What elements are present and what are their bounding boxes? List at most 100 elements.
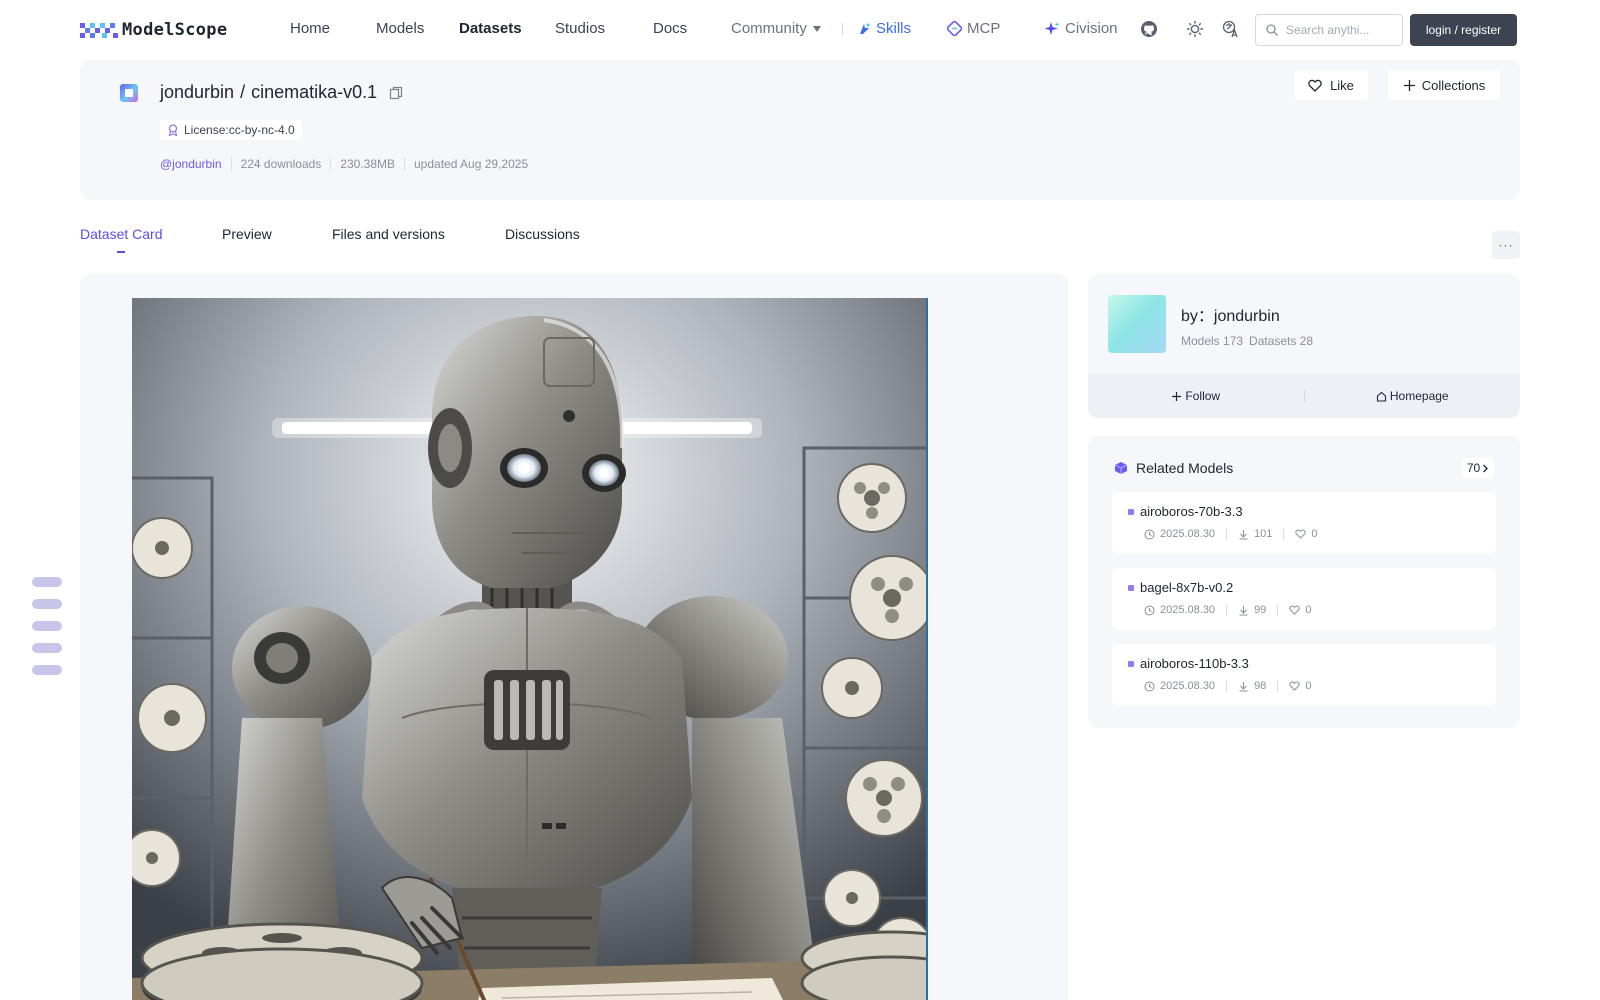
page-outline-toggle[interactable] — [32, 577, 62, 687]
outline-bar — [32, 599, 62, 609]
related-model-item[interactable]: airoboros-70b-3.3 2025.08.30 101 0 — [1112, 492, 1496, 554]
heart-icon — [1295, 529, 1307, 539]
search-input[interactable] — [1286, 23, 1396, 37]
login-register-button[interactable]: login / register — [1410, 14, 1517, 46]
outline-bar — [32, 577, 62, 587]
meta-divider — [1226, 528, 1228, 540]
nav-mcp-label: MCP — [967, 20, 1001, 37]
model-likes: 0 — [1311, 528, 1318, 540]
tab-dataset-card[interactable]: Dataset Card — [80, 226, 162, 242]
nav-models[interactable]: Models — [376, 20, 424, 37]
model-bullet — [1128, 660, 1134, 667]
model-date: 2025.08.30 — [1160, 604, 1216, 616]
meta-divider — [1277, 604, 1279, 616]
github-icon[interactable] — [1140, 20, 1158, 38]
model-likes: 0 — [1305, 680, 1312, 692]
modelscope-logo[interactable]: ModelScope — [80, 18, 227, 42]
dataset-name: cinematika-v0.1 — [251, 82, 378, 102]
translate-icon[interactable] — [1222, 20, 1240, 38]
model-meta: 2025.08.30 98 0 — [1144, 680, 1311, 692]
follow-button[interactable]: Follow — [1088, 389, 1304, 403]
author-link[interactable]: @jondurbin — [160, 157, 222, 171]
download-icon — [1239, 605, 1248, 615]
clock-icon — [1144, 529, 1155, 539]
like-label: Like — [1330, 77, 1354, 93]
model-name-text: airoboros-70b-3.3 — [1140, 504, 1243, 519]
outline-bar — [32, 621, 62, 631]
heart-icon — [1289, 681, 1300, 691]
cube-icon — [1114, 462, 1128, 474]
download-icon — [1239, 681, 1248, 691]
author-actions: Follow Homepage — [1088, 374, 1520, 418]
dataset-header: jondurbin / cinematika-v0.1 License:cc-b… — [80, 60, 1520, 200]
sparkle-icon — [1044, 21, 1060, 35]
collections-button[interactable]: Collections — [1388, 70, 1500, 100]
related-models-more[interactable]: 70 — [1462, 458, 1494, 478]
model-name: airoboros-70b-3.3 — [1128, 504, 1243, 519]
nav-home[interactable]: Home — [290, 20, 330, 37]
model-bullet — [1128, 508, 1134, 515]
sun-icon[interactable] — [1186, 20, 1204, 38]
model-date: 2025.08.30 — [1160, 528, 1216, 540]
meta-divider — [404, 158, 405, 170]
homepage-label: Homepage — [1389, 389, 1449, 403]
model-downloads: 98 — [1254, 680, 1267, 692]
model-name-text: airoboros-110b-3.3 — [1140, 656, 1249, 671]
download-icon — [1239, 529, 1248, 539]
dataset-meta: @jondurbin 224 downloads 230.38MB update… — [160, 157, 528, 171]
downloads-count: 224 downloads — [240, 157, 322, 171]
meta-divider — [1226, 680, 1228, 692]
author-avatar[interactable] — [1108, 295, 1166, 353]
robot-film-illustration — [132, 298, 928, 1000]
model-meta: 2025.08.30 99 0 — [1144, 604, 1311, 616]
updated-date: updated Aug 29,2025 — [414, 157, 529, 171]
active-tab-indicator — [117, 251, 125, 253]
author-datasets-count[interactable]: Datasets 28 — [1249, 334, 1313, 348]
model-name: bagel-8x7b-v0.2 — [1128, 580, 1233, 595]
nav-divider — [842, 23, 843, 35]
nav-mcp[interactable]: MCP — [947, 20, 1000, 37]
related-model-item[interactable]: bagel-8x7b-v0.2 2025.08.30 99 0 — [1112, 568, 1496, 630]
search-box[interactable] — [1255, 14, 1403, 46]
license-tag[interactable]: License:cc-by-nc-4.0 — [160, 120, 302, 140]
skills-icon — [860, 23, 870, 34]
dataset-owner[interactable]: jondurbin — [160, 82, 234, 103]
meta-divider — [230, 158, 232, 170]
nav-studios[interactable]: Studios — [555, 20, 605, 37]
author-card: by：jondurbin Models 173 Datasets 28 Foll… — [1088, 274, 1520, 418]
meta-divider — [1226, 604, 1228, 616]
tab-files-and-versions[interactable]: Files and versions — [332, 226, 445, 242]
nav-civision[interactable]: Civision — [1044, 20, 1118, 37]
outline-bar — [32, 665, 62, 675]
more-options-button[interactable]: ··· — [1492, 231, 1520, 259]
author-models-count[interactable]: Models 173 — [1181, 334, 1243, 348]
tab-discussions[interactable]: Discussions — [505, 226, 580, 242]
meta-divider — [1283, 528, 1285, 540]
related-model-item[interactable]: airoboros-110b-3.3 2025.08.30 98 0 — [1112, 644, 1496, 706]
nav-skills[interactable]: Skills — [857, 20, 911, 37]
related-models-card: Related Models 70 airoboros-70b-3.3 2025… — [1088, 436, 1520, 728]
top-navbar: ModelScope Home Models Datasets Studios … — [0, 0, 1600, 58]
clock-icon — [1144, 681, 1155, 691]
follow-label: Follow — [1185, 389, 1221, 403]
dataset-cover-image — [132, 298, 928, 1000]
like-button[interactable]: Like — [1294, 70, 1368, 100]
model-likes: 0 — [1305, 604, 1312, 616]
model-date: 2025.08.30 — [1160, 680, 1216, 692]
tab-preview[interactable]: Preview — [222, 226, 272, 242]
copy-icon[interactable] — [389, 86, 403, 100]
nav-community-label: Community — [731, 20, 807, 37]
dataset-title: jondurbin / cinematika-v0.1 — [160, 82, 403, 103]
nav-community[interactable]: Community — [731, 20, 821, 37]
chevron-down-icon — [812, 26, 821, 33]
plus-icon — [1172, 391, 1182, 401]
model-downloads: 99 — [1254, 604, 1267, 616]
modelscope-logo-icon — [80, 23, 118, 38]
outline-bar — [32, 643, 62, 653]
model-meta: 2025.08.30 101 0 — [1144, 528, 1318, 540]
homepage-button[interactable]: Homepage — [1305, 389, 1521, 403]
nav-datasets[interactable]: Datasets — [459, 20, 522, 37]
model-downloads: 101 — [1254, 528, 1273, 540]
author-name[interactable]: by：jondurbin — [1181, 302, 1280, 326]
nav-docs[interactable]: Docs — [653, 20, 687, 37]
